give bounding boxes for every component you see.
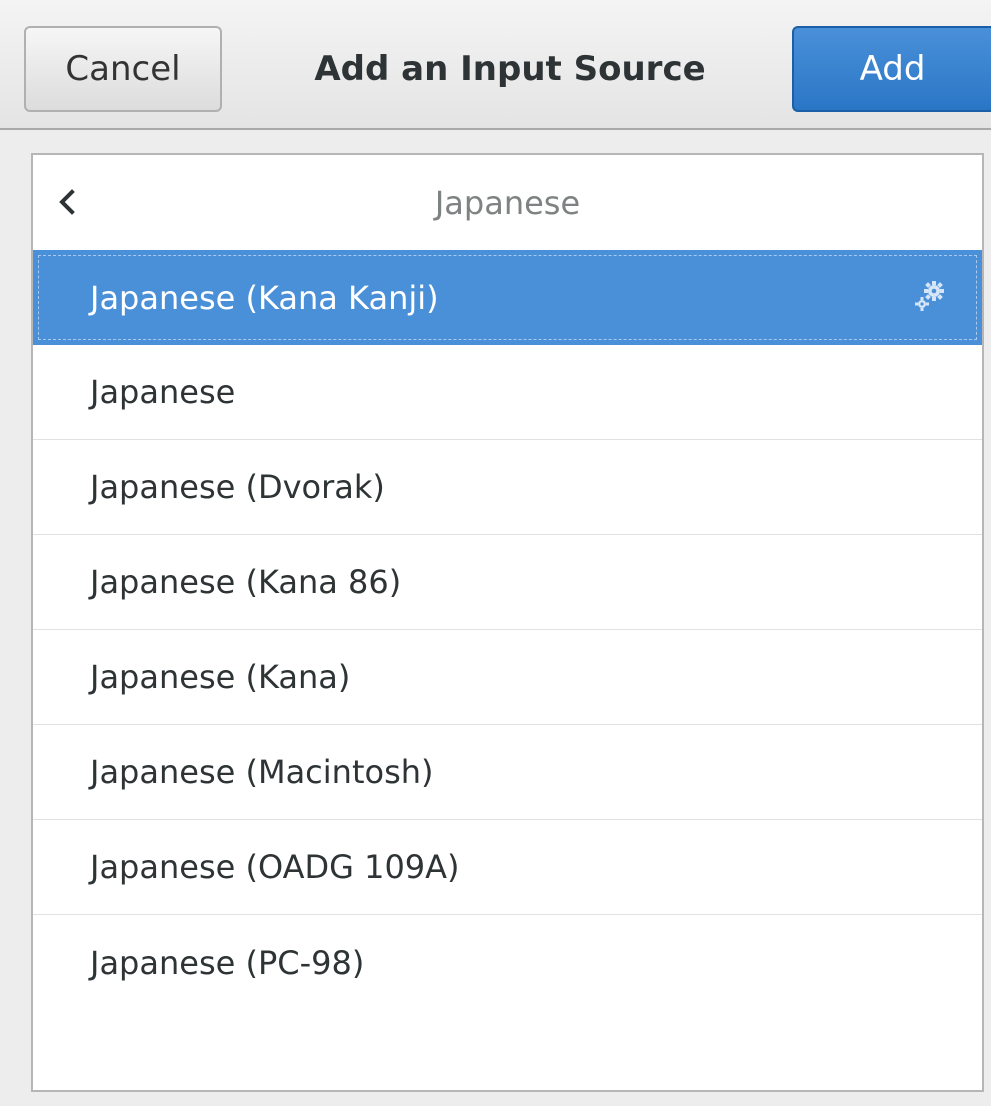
list-header: Japanese — [33, 155, 982, 250]
list-item-label: Japanese (Kana 86) — [90, 563, 402, 601]
add-input-source-dialog: Cancel Add an Input Source Add Japanese … — [0, 0, 991, 1106]
cancel-button[interactable]: Cancel — [24, 26, 222, 112]
list-item-japanese-kana[interactable]: Japanese (Kana) — [33, 630, 982, 725]
list-item-japanese-dvorak[interactable]: Japanese (Dvorak) — [33, 440, 982, 535]
list-item-japanese-kana-kanji[interactable]: Japanese (Kana Kanji) — [33, 250, 982, 345]
settings-gears-icon — [910, 276, 950, 316]
list-item-japanese[interactable]: Japanese — [33, 345, 982, 440]
list-item-label: Japanese (Macintosh) — [90, 753, 434, 791]
chevron-left-icon[interactable] — [55, 189, 79, 215]
list-item-label: Japanese (Kana Kanji) — [90, 278, 439, 317]
dialog-title: Add an Input Source — [314, 49, 706, 89]
list-item-japanese-macintosh[interactable]: Japanese (Macintosh) — [33, 725, 982, 820]
list-item-japanese-pc-98[interactable]: Japanese (PC-98) — [33, 915, 982, 1010]
language-heading: Japanese — [434, 183, 581, 222]
list-item-japanese-kana-86[interactable]: Japanese (Kana 86) — [33, 535, 982, 630]
input-source-list: Japanese Japanese (Kana Kanji) Japanese … — [31, 153, 984, 1092]
add-button[interactable]: Add — [792, 26, 991, 112]
list-item-japanese-oadg-109a[interactable]: Japanese (OADG 109A) — [33, 820, 982, 915]
list-item-label: Japanese (Dvorak) — [90, 468, 385, 506]
list-item-label: Japanese (OADG 109A) — [90, 848, 460, 886]
list-item-label: Japanese (Kana) — [90, 658, 351, 696]
header-bar: Cancel Add an Input Source Add — [0, 0, 991, 130]
list-item-label: Japanese (PC-98) — [90, 943, 365, 982]
list-item-label: Japanese — [90, 373, 236, 411]
